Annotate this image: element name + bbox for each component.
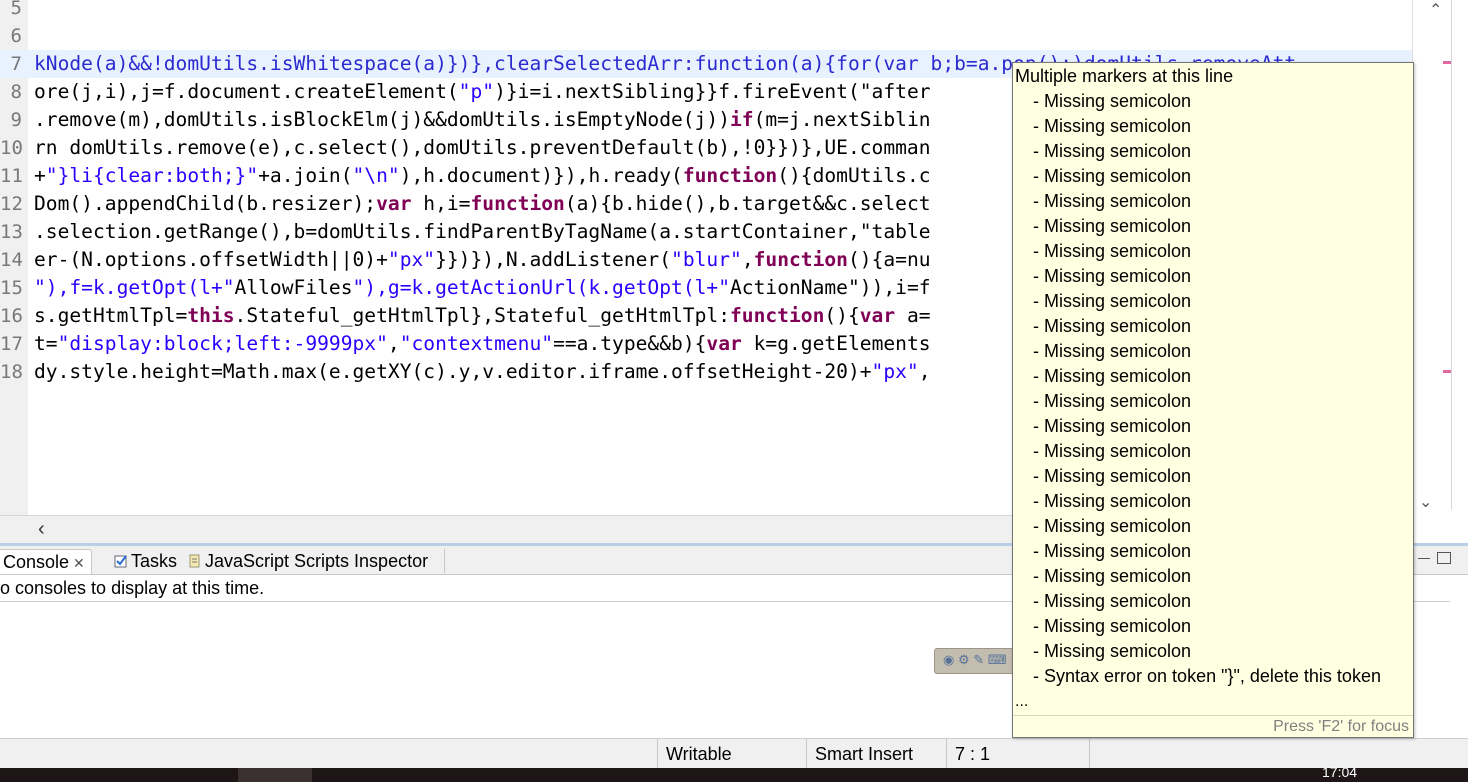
maximize-icon[interactable] — [1437, 552, 1451, 564]
scrollbar-track[interactable] — [1451, 0, 1452, 510]
error-marker[interactable] — [1443, 370, 1451, 373]
tasks-icon — [114, 550, 128, 568]
status-empty-cell — [1089, 739, 1458, 769]
scroll-down-icon[interactable]: ⌄ — [1419, 492, 1432, 512]
close-icon[interactable]: ✕ — [73, 555, 85, 571]
code-line[interactable]: 5 — [0, 0, 1412, 22]
line-number: 15 — [0, 277, 23, 299]
hover-problem-item: - Missing semicolon — [1033, 441, 1192, 461]
line-number: 18 — [0, 361, 23, 383]
ime-toolbar-icon[interactable]: ◉ ⚙ ✎ ⌨ — [943, 652, 1007, 668]
code-line[interactable]: 6 — [0, 22, 1412, 50]
error-marker[interactable] — [1443, 61, 1451, 64]
code-text[interactable]: ore(j,i),j=f.document.createElement("p")… — [34, 78, 931, 106]
status-cursor-position: 7 : 1 — [946, 739, 1085, 769]
hover-problem-item: - Syntax error on token "}", delete this… — [1033, 666, 1381, 686]
tab-javascript-scripts-inspector[interactable]: JavaScript Scripts Inspector — [188, 549, 428, 573]
line-number: 14 — [0, 249, 23, 271]
hover-problem-item: - Missing semicolon — [1033, 391, 1192, 411]
hover-problem-item: - Missing semicolon — [1033, 541, 1192, 561]
code-text[interactable]: .selection.getRange(),b=domUtils.findPar… — [34, 218, 931, 246]
minimize-icon[interactable] — [1418, 558, 1430, 559]
hover-problem-list: - Missing semicolon - Missing semicolon - … — [1033, 89, 1381, 689]
status-writable: Writable — [657, 739, 806, 769]
line-number: 8 — [10, 81, 22, 103]
taskbar-clock: 17:04 — [1322, 764, 1358, 780]
hover-footer: Press 'F2' for focus — [1013, 715, 1413, 738]
line-number: 6 — [10, 25, 22, 47]
problem-hover-popup[interactable]: Multiple markers at this line - Missing … — [1012, 62, 1414, 738]
hover-problem-item: - Missing semicolon — [1033, 241, 1192, 261]
hover-problem-item: - Missing semicolon — [1033, 216, 1192, 236]
hover-problem-item: - Missing semicolon — [1033, 166, 1192, 186]
line-number: 12 — [0, 193, 23, 215]
code-text[interactable]: rn domUtils.remove(e),c.select(),domUtil… — [34, 134, 931, 162]
hover-problem-item: - Missing semicolon — [1033, 366, 1192, 386]
overview-ruler[interactable]: ⌃ ⌄ — [1412, 0, 1468, 545]
hover-problem-item: - Missing semicolon — [1033, 316, 1192, 336]
os-taskbar: 17:04 — [0, 764, 1468, 782]
console-message: o consoles to display at this time. — [0, 578, 265, 598]
hover-problem-item: - Missing semicolon — [1033, 516, 1192, 536]
tab-inspector-label: JavaScript Scripts Inspector — [205, 551, 429, 571]
line-number: 9 — [10, 109, 22, 131]
line-number: 10 — [0, 137, 23, 159]
code-text[interactable]: +"}li{clear:both;}"+a.join("\n"),h.docum… — [34, 162, 931, 190]
taskbar-app-button[interactable] — [238, 768, 312, 782]
hover-problem-item: - Missing semicolon — [1033, 191, 1192, 211]
line-number: 11 — [0, 165, 23, 187]
hover-problem-item: - Missing semicolon — [1033, 491, 1192, 511]
code-text[interactable]: Dom().appendChild(b.resizer);var h,i=fun… — [34, 190, 931, 218]
hover-problem-item: - Missing semicolon — [1033, 416, 1192, 436]
tab-tasks-label: Tasks — [131, 551, 178, 571]
line-number: 7 — [10, 53, 22, 75]
line-number: 5 — [10, 0, 22, 19]
code-text[interactable]: dy.style.height=Math.max(e.getXY(c).y,v.… — [34, 358, 931, 386]
code-text[interactable]: "),f=k.getOpt(l+"AllowFiles"),g=k.getAct… — [34, 274, 931, 302]
line-number: 17 — [0, 333, 23, 355]
inspector-icon — [188, 550, 202, 568]
code-text[interactable]: s.getHtmlTpl=this.Stateful_getHtmlTpl},S… — [34, 302, 931, 330]
hover-problem-item: - Missing semicolon — [1033, 116, 1192, 136]
hover-more-indicator: ... — [1015, 693, 1029, 710]
tab-console-label: Console — [3, 552, 70, 572]
hover-problem-item: - Missing semicolon — [1033, 641, 1192, 661]
hover-problem-item: - Missing semicolon — [1033, 616, 1192, 636]
code-text[interactable]: t="display:block;left:-9999px","contextm… — [34, 330, 931, 358]
scroll-left-icon[interactable]: ‹ — [38, 518, 45, 541]
hover-problem-item: - Missing semicolon — [1033, 566, 1192, 586]
code-text[interactable]: er-(N.options.offsetWidth||0)+"px"}})}),… — [34, 246, 931, 274]
hover-problem-item: - Missing semicolon — [1033, 341, 1192, 361]
hover-problem-item: - Missing semicolon — [1033, 266, 1192, 286]
status-insert-mode: Smart Insert — [806, 739, 945, 769]
hover-title: Multiple markers at this line — [1015, 66, 1234, 86]
hover-problem-item: - Missing semicolon — [1033, 591, 1192, 611]
line-number: 16 — [0, 305, 23, 327]
hover-problem-item: - Missing semicolon — [1033, 291, 1192, 311]
tab-console[interactable]: Console ✕ — [0, 549, 92, 574]
line-number: 13 — [0, 221, 23, 243]
tab-tasks[interactable]: Tasks — [114, 549, 177, 573]
hover-focus-hint: Press 'F2' for focus — [1273, 718, 1409, 735]
hover-problem-item: - Missing semicolon — [1033, 141, 1192, 161]
tab-separator — [444, 549, 445, 573]
code-text[interactable]: .remove(m),domUtils.isBlockElm(j)&&domUt… — [34, 106, 931, 134]
status-bar: Writable Smart Insert 7 : 1 — [0, 738, 1468, 769]
scroll-up-icon[interactable]: ⌃ — [1429, 0, 1442, 20]
hover-problem-item: - Missing semicolon — [1033, 466, 1192, 486]
hover-problem-item: - Missing semicolon — [1033, 91, 1192, 111]
